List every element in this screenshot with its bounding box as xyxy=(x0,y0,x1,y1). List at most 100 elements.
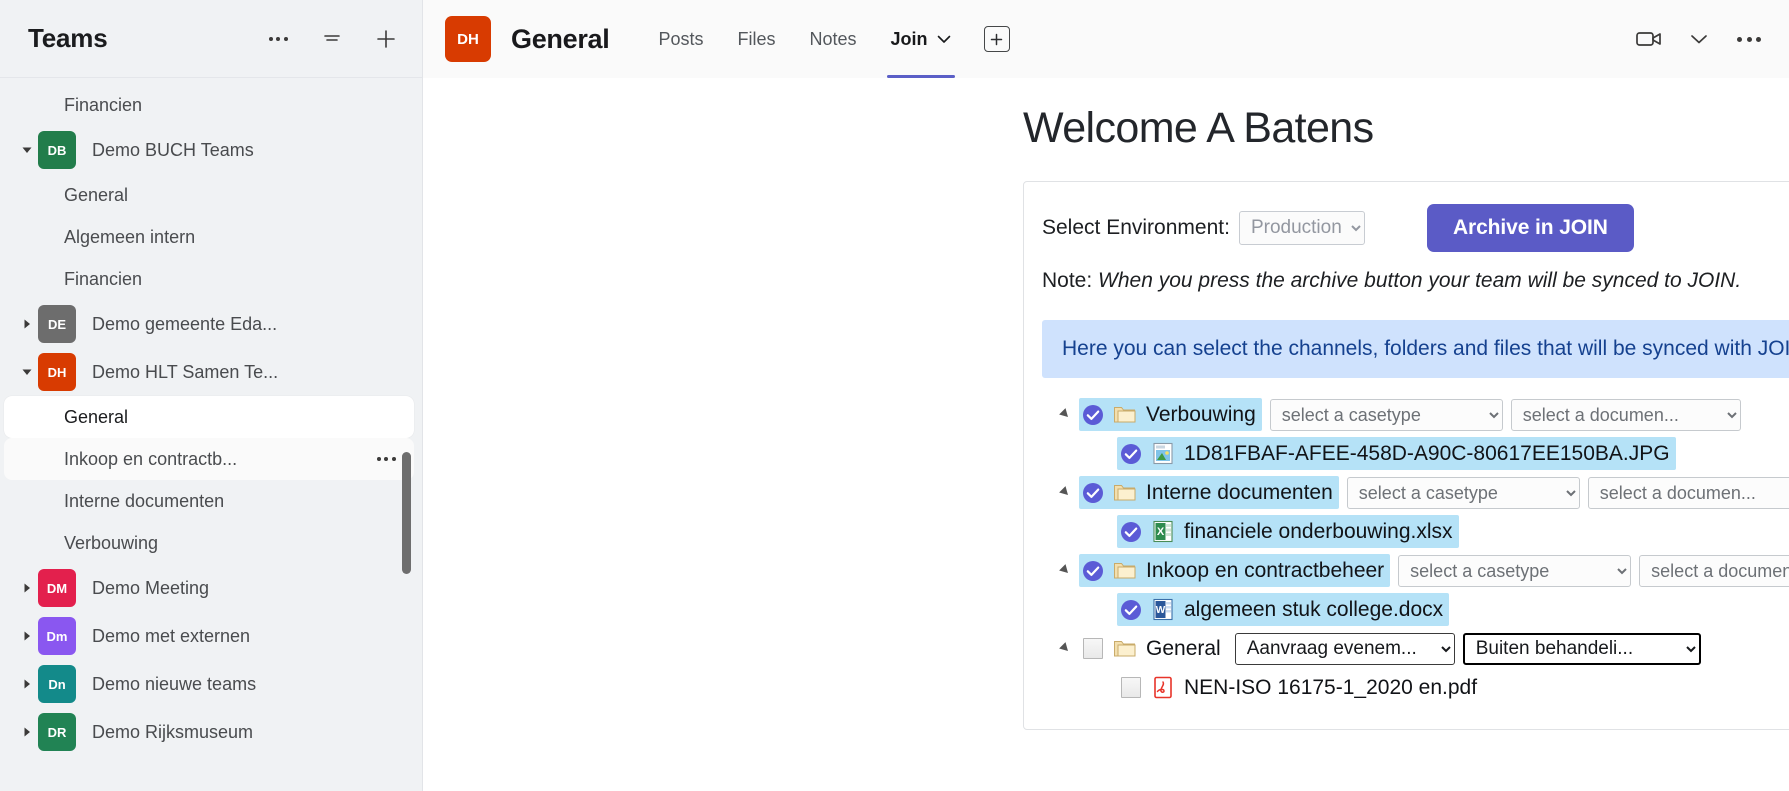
add-icon[interactable] xyxy=(372,25,400,53)
tree-item[interactable]: Walgemeen stuk college.docx xyxy=(1117,593,1450,626)
checkbox-unchecked-icon[interactable] xyxy=(1120,677,1142,699)
tree-item-label: Interne documenten xyxy=(1146,480,1333,504)
folder-icon xyxy=(1113,638,1137,659)
chevron-down-icon[interactable] xyxy=(1685,25,1713,53)
environment-label: Select Environment: xyxy=(1042,216,1230,239)
channel-avatar: DH xyxy=(445,16,491,62)
tab-files[interactable]: Files xyxy=(720,0,792,78)
sidebar-scrollbar[interactable] xyxy=(402,452,411,574)
casetype-select[interactable]: select a casetype xyxy=(1398,554,1632,587)
tree-item-label: financiele onderbouwing.xlsx xyxy=(1184,519,1453,543)
tree-item[interactable]: NEN-ISO 16175-1_2020 en.pdf xyxy=(1117,671,1483,704)
tree-item-label: NEN-ISO 16175-1_2020 en.pdf xyxy=(1184,675,1478,699)
add-tab-button[interactable] xyxy=(983,26,1010,52)
archive-in-join-button[interactable]: Archive in JOIN xyxy=(1426,204,1634,252)
documenttype-select[interactable]: select a documen... xyxy=(1639,554,1789,587)
more-options-icon[interactable] xyxy=(264,25,292,53)
checkbox-checked-icon[interactable] xyxy=(1082,560,1104,582)
sidebar-team-demo-hlt-samen-te[interactable]: DH Demo HLT Samen Te... xyxy=(4,348,414,396)
tree-item[interactable]: Verbouwing xyxy=(1079,398,1262,431)
tree-row[interactable]: Xfinanciele onderbouwing.xlsx xyxy=(1052,512,1789,551)
environment-select[interactable]: Production xyxy=(1238,211,1365,245)
note-prefix: Note: xyxy=(1042,269,1099,292)
tab-notes[interactable]: Notes xyxy=(793,0,874,78)
tree-row[interactable]: 1D81FBAF-AFEE-458D-A90C-80617EE150BA.JPG xyxy=(1052,434,1789,473)
main-body: Welcome A Batens Select Environment: Pro… xyxy=(423,78,1789,791)
documenttype-select[interactable]: select a documen... xyxy=(1510,398,1741,431)
channel-title: General xyxy=(511,23,610,54)
sidebar-team-demo-rijksmuseum[interactable]: DR Demo Rijksmuseum xyxy=(4,708,414,756)
sidebar-channel-financien[interactable]: Financien xyxy=(4,84,414,126)
chevron-down-icon[interactable] xyxy=(16,366,38,378)
folder-icon xyxy=(1113,404,1137,425)
documenttype-select[interactable]: Buiten behandeli... xyxy=(1462,632,1701,665)
sidebar-channel-verbouwing[interactable]: Verbouwing xyxy=(4,522,414,564)
sidebar-channel-inkoop-en-contractb[interactable]: Inkoop en contractb... xyxy=(4,438,414,480)
tab-join[interactable]: Join xyxy=(874,0,968,78)
filter-icon[interactable] xyxy=(318,25,346,53)
channel-more-options-icon[interactable] xyxy=(372,445,400,473)
tree-item-label: General xyxy=(1146,636,1221,660)
tree-item[interactable]: Inkoop en contractbeheer xyxy=(1079,554,1391,587)
video-call-icon[interactable] xyxy=(1635,25,1663,53)
checkbox-checked-icon[interactable] xyxy=(1120,521,1142,543)
checkbox-checked-icon[interactable] xyxy=(1120,443,1142,465)
sync-card: Select Environment: Production Archive i… xyxy=(1023,181,1789,730)
casetype-select[interactable]: select a casetype xyxy=(1346,476,1580,509)
environment-row: Select Environment: Production Archive i… xyxy=(1042,204,1789,252)
sidebar-item-label: Algemeen intern xyxy=(64,226,196,247)
tree-row[interactable]: NEN-ISO 16175-1_2020 en.pdf xyxy=(1052,668,1789,707)
teams-list[interactable]: Financien DB Demo BUCH Teams General Algemee… xyxy=(0,78,422,791)
sidebar-team-demo-met-externen[interactable]: Dm Demo met externen xyxy=(4,612,414,660)
team-avatar: DR xyxy=(38,713,76,751)
tree-row[interactable]: Walgemeen stuk college.docx xyxy=(1052,590,1789,629)
chevron-down-icon[interactable] xyxy=(16,144,38,156)
expand-collapse-icon[interactable] xyxy=(1052,408,1079,421)
documenttype-select[interactable]: select a documen... xyxy=(1587,476,1789,509)
casetype-select[interactable]: Aanvraag evenem... xyxy=(1234,632,1455,665)
sidebar-team-demo-meeting[interactable]: DM Demo Meeting xyxy=(4,564,414,612)
sidebar-channel-general[interactable]: General xyxy=(4,174,414,216)
sidebar-item-label: Inkoop en contractb... xyxy=(64,448,238,469)
checkbox-checked-icon[interactable] xyxy=(1082,482,1104,504)
tree-row[interactable]: General Aanvraag evenem... Buiten behandel… xyxy=(1052,629,1789,668)
checkbox-checked-icon[interactable] xyxy=(1120,599,1142,621)
tab-label: Files xyxy=(737,28,776,49)
sidebar-team-demo-gemeente-eda[interactable]: DE Demo gemeente Eda... xyxy=(4,300,414,348)
sidebar-channel-interne-documenten[interactable]: Interne documenten xyxy=(4,480,414,522)
expand-collapse-icon[interactable] xyxy=(1052,564,1079,577)
sidebar-item-label: Demo HLT Samen Te... xyxy=(92,361,279,382)
casetype-select[interactable]: select a casetype xyxy=(1269,398,1503,431)
sidebar-channel-algemeen-intern[interactable]: Algemeen intern xyxy=(4,216,414,258)
team-avatar: DH xyxy=(38,353,76,391)
tree-item[interactable]: Interne documenten xyxy=(1079,476,1339,509)
expand-collapse-icon[interactable] xyxy=(1052,642,1079,655)
svg-text:W: W xyxy=(1156,605,1166,616)
tree-item[interactable]: Xfinanciele onderbouwing.xlsx xyxy=(1117,515,1459,548)
sidebar-item-label: General xyxy=(64,406,129,427)
sidebar-channel-general[interactable]: General xyxy=(4,396,414,438)
checkbox-checked-icon[interactable] xyxy=(1082,404,1104,426)
expand-collapse-icon[interactable] xyxy=(1052,486,1079,499)
tree-item-label: Verbouwing xyxy=(1146,402,1256,426)
team-avatar: DM xyxy=(38,569,76,607)
sync-tree[interactable]: Verbouwing select a casetype select a docu… xyxy=(1042,395,1789,707)
chevron-right-icon[interactable] xyxy=(16,582,38,594)
tree-row[interactable]: Interne documenten select a casetype selec… xyxy=(1052,473,1789,512)
channel-tabs[interactable]: Posts Files Notes Join xyxy=(641,0,967,78)
sidebar-team-demo-buch-teams[interactable]: DB Demo BUCH Teams xyxy=(4,126,414,174)
checkbox-unchecked-icon[interactable] xyxy=(1082,638,1104,660)
chevron-right-icon[interactable] xyxy=(16,726,38,738)
more-options-icon[interactable] xyxy=(1735,25,1763,53)
chevron-right-icon[interactable] xyxy=(16,678,38,690)
tree-item[interactable]: 1D81FBAF-AFEE-458D-A90C-80617EE150BA.JPG xyxy=(1117,437,1676,470)
sidebar-team-demo-nieuwe-teams[interactable]: Dn Demo nieuwe teams xyxy=(4,660,414,708)
sidebar-channel-financien[interactable]: Financien xyxy=(4,258,414,300)
tree-row[interactable]: Verbouwing select a casetype select a docu… xyxy=(1052,395,1789,434)
tree-item[interactable]: General xyxy=(1079,632,1227,665)
chevron-right-icon[interactable] xyxy=(16,318,38,330)
chevron-right-icon[interactable] xyxy=(16,630,38,642)
tab-posts[interactable]: Posts xyxy=(641,0,720,78)
tree-row[interactable]: Inkoop en contractbeheer select a casetyp… xyxy=(1052,551,1789,590)
chevron-down-icon[interactable] xyxy=(937,35,951,44)
